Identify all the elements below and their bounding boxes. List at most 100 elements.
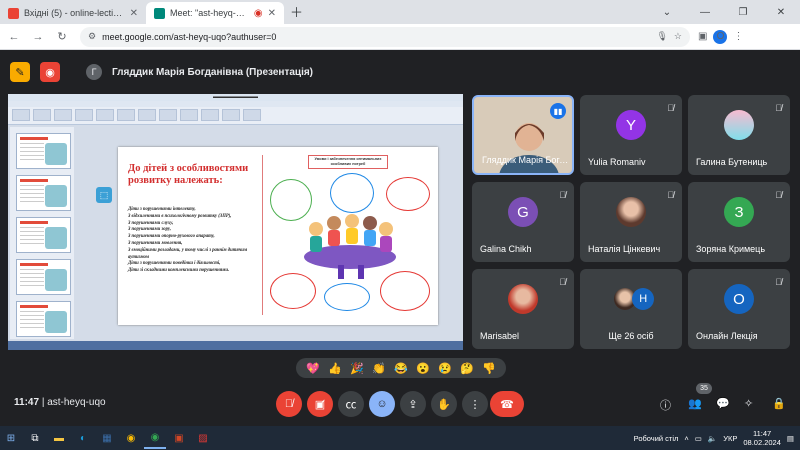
reload-icon[interactable]: ↻ [52,27,72,47]
participant-name: Marisabel [480,331,520,341]
restore-icon[interactable]: ❐ [724,0,762,24]
mic-off-button[interactable]: 🎙̸ [276,391,302,417]
app-icon[interactable]: ▨ [192,427,214,449]
participant-tile[interactable]: 🎙̸ G Galina Chikh [472,182,574,262]
close-icon[interactable]: ✕ [130,8,138,19]
participant-tile[interactable]: 🎙̸ Наталія Цінкевич [580,182,682,262]
reaction-thumbs-down[interactable]: 👎 [482,362,496,375]
reaction-heart[interactable]: 💖 [306,362,320,375]
powerpoint-titlebar: ▬▬▬▬▬▬▬▬▬ [8,94,463,101]
participant-tile[interactable]: ▮▮ Гляддик Марія Богд... [472,95,574,175]
participant-avatar-image [508,284,538,315]
plus-icon[interactable]: ＋ [290,2,303,21]
participant-tile[interactable]: 🎙̸ Y Yulia Romaniv [580,95,682,175]
leave-call-button[interactable]: ☎ [490,391,524,417]
presentation-stage[interactable]: ▬▬▬▬▬▬▬▬▬ ⬚ До дітей з особливостями роз… [8,94,463,350]
star-icon[interactable]: ☆ [674,31,682,42]
tab-gmail[interactable]: Вхідні (5) - online-lection@ipp ✕ [0,2,146,24]
minimize-icon[interactable]: — [686,0,724,24]
mic-off-icon: 🎙̸ [559,277,566,287]
mic-off-icon: 🎙̸ [667,103,674,113]
reaction-sad[interactable]: 😢 [438,362,452,375]
participant-tile[interactable]: 🎙̸ O Онлайн Лекція [688,269,790,349]
close-icon[interactable]: ✕ [268,8,276,19]
notes-icon[interactable]: ✎ [10,62,30,82]
tab-label: Meet: "ast-heyq-uqo" [170,8,249,18]
meet-icon [154,7,165,19]
app-icon[interactable]: ▦ [96,427,118,449]
slide-divider [262,155,263,315]
participant-avatar: З [724,197,754,228]
present-button[interactable]: ⇪ [400,391,426,417]
windows-start-icon[interactable]: ⊞ [0,427,22,449]
address-bar[interactable]: ⚙ meet.google.com/ast-heyq-uqo?authuser=… [80,26,690,47]
emoji-button[interactable]: ☺ [369,391,395,417]
reaction-clap[interactable]: 👏 [372,362,386,375]
info-icon[interactable]: ⓘ [660,397,671,413]
keyboard-language[interactable]: УКР [723,434,737,443]
sidebar-icon[interactable]: ▣ [698,31,707,42]
chat-icon[interactable]: 💬 [716,397,730,410]
clock-time: 11:47 [753,429,772,438]
slide-thumbnail[interactable] [16,259,71,295]
powerpoint-icon[interactable]: ▣ [168,427,190,449]
chevron-down-icon[interactable]: ⌄ [648,0,686,24]
desktop-label[interactable]: Робочий стіл [634,434,679,443]
host-controls-icon[interactable]: 🔒 [772,397,786,410]
forward-icon[interactable]: → [28,27,48,47]
participant-avatar: Y [616,110,646,141]
participant-name: Зоряна Кримець [696,244,766,254]
more-options-button[interactable]: ⋮ [462,391,488,417]
list-item: Діти зі складними комплексними порушення… [128,268,230,274]
reaction-party[interactable]: 🎉 [350,362,364,375]
mic-off-icon: 🎙̸ [667,190,674,200]
chrome-icon[interactable]: ◉ [120,427,142,449]
participant-name: Галина Бутениць [696,157,768,167]
chevron-up-icon[interactable]: ˄ [684,434,688,443]
file-explorer-icon[interactable]: ▬ [48,427,70,449]
more-participants-tile[interactable]: Н Ще 26 осіб [580,269,682,349]
reaction-thinking[interactable]: 🤔 [460,362,474,375]
gmail-icon [8,7,19,19]
microphone-icon[interactable]: 🎙 [656,31,667,42]
slide-thumbnail[interactable] [16,175,71,211]
site-info-icon[interactable]: ⚙ [88,31,96,42]
close-window-icon[interactable]: ✕ [762,0,800,24]
profile-avatar[interactable]: O [713,29,728,44]
meet-controls: 11:47 | ast-heyq-uqo 🎙̸ ▣̸ ㏄ ☺ ⇪ ✋ ⋮ ☎ ⓘ… [0,383,800,425]
participant-tile[interactable]: 🎙̸ З Зоряна Кримець [688,182,790,262]
record-icon[interactable]: ◉ [40,62,60,82]
participant-tile[interactable]: 🎙̸ Галина Бутениць [688,95,790,175]
powerpoint-ribbon [8,101,463,125]
task-view-icon[interactable]: ⧉ [24,427,46,449]
chrome-icon[interactable]: ◉ [144,427,166,449]
people-icon[interactable]: 👥 [688,397,702,410]
back-icon[interactable]: ← [4,27,24,47]
slide-illustration: Умови і забезпечення оптимальних особлив… [268,155,432,319]
list-item: З порушеннями слуху, [128,220,174,226]
tab-meet[interactable]: Meet: "ast-heyq-uqo" ◉ ✕ [146,2,284,24]
menu-icon[interactable]: ⋮ [733,31,743,42]
clock[interactable]: 11:47 08.02.2024 [743,429,781,447]
reaction-thumbs-up[interactable]: 👍 [328,362,342,375]
edge-icon[interactable]: ◐ [72,427,94,449]
slide-thumbnail[interactable] [16,133,71,169]
volume-icon[interactable]: 🔈 [708,434,717,443]
slide-thumbnail[interactable] [16,217,71,253]
network-icon[interactable]: ▭ [695,434,702,443]
notifications-icon[interactable]: ▤ [787,434,794,443]
captions-button[interactable]: ㏄ [338,391,364,417]
presenter-avatar: Г [86,64,102,80]
participant-tile[interactable]: 🎙̸ Marisabel [472,269,574,349]
reaction-laugh[interactable]: 😂 [394,362,408,375]
activities-icon[interactable]: ✧ [744,397,753,410]
slide-thumbnail[interactable] [16,301,71,337]
reaction-surprised[interactable]: 😮 [416,362,430,375]
raise-hand-button[interactable]: ✋ [431,391,457,417]
participant-name: Yulia Romaniv [588,157,646,167]
camera-off-button[interactable]: ▣̸ [307,391,333,417]
system-tray: Робочий стіл ˄ ▭ 🔈 УКР 11:47 08.02.2024 … [634,426,794,450]
recording-dot-icon: ◉ [253,7,263,19]
meeting-time: 11:47 [14,397,40,408]
meeting-info: 11:47 | ast-heyq-uqo [14,397,106,408]
